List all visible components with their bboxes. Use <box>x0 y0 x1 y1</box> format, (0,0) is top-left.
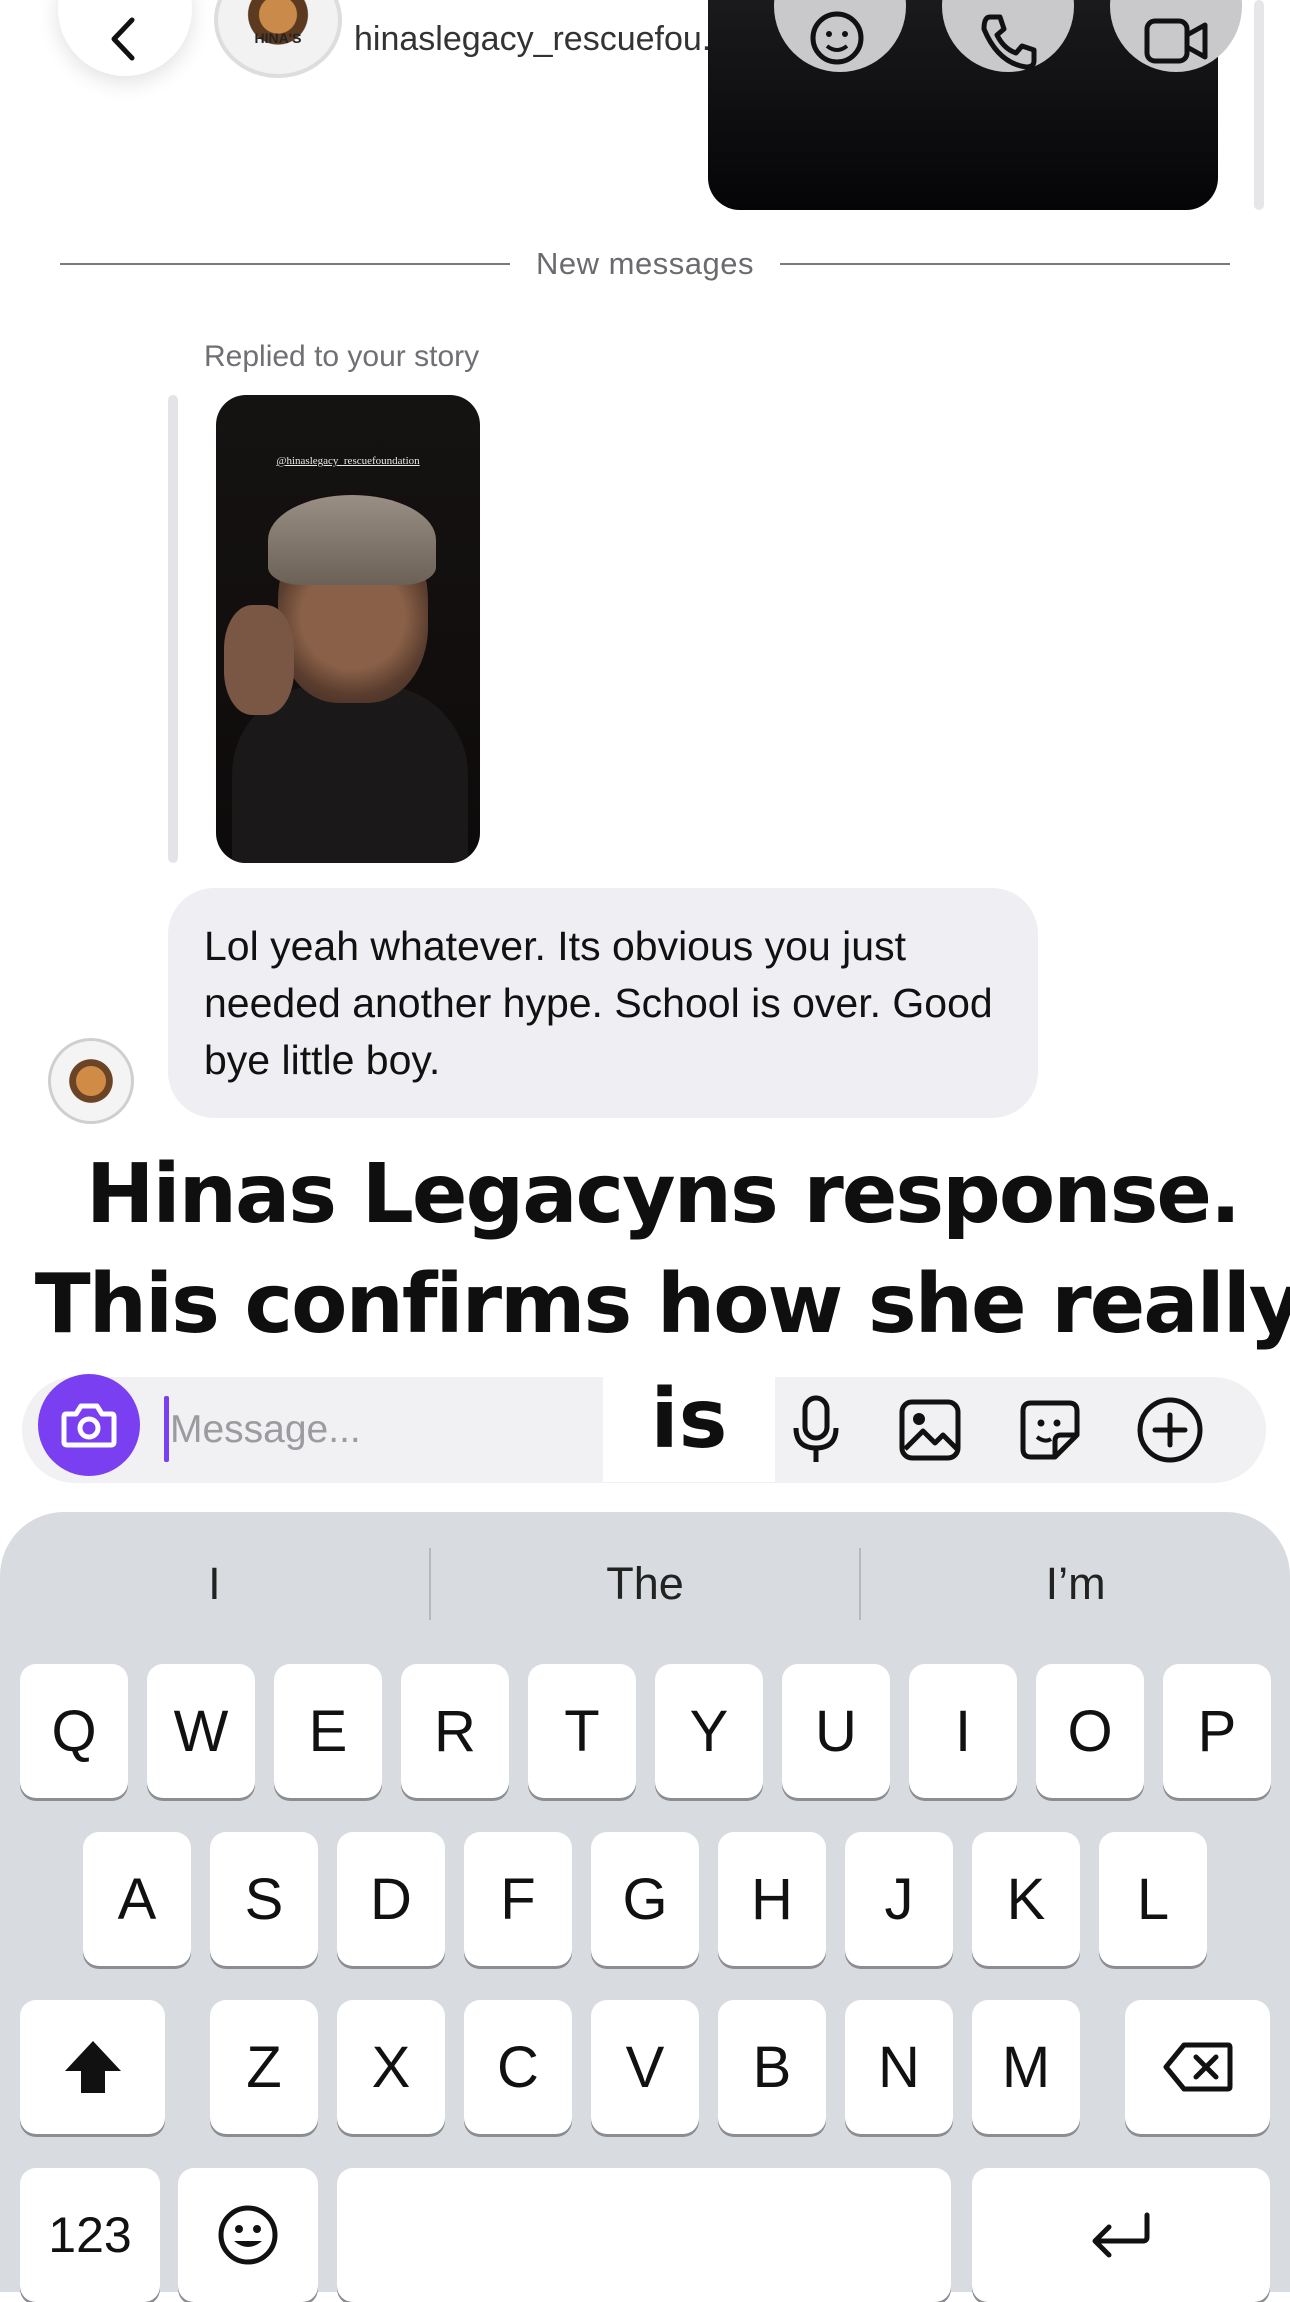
key-b[interactable]: B <box>718 2000 826 2134</box>
more-options-button[interactable] <box>1122 1382 1218 1478</box>
emoji-smiley-icon <box>218 2205 278 2265</box>
text-cursor <box>164 1396 169 1462</box>
camera-button[interactable] <box>38 1374 140 1476</box>
story-handle-text: @hinaslegacy_rescuefoundation <box>276 455 420 467</box>
key-q[interactable]: Q <box>20 1664 128 1798</box>
key-h[interactable]: H <box>718 1832 826 1966</box>
return-key[interactable] <box>972 2168 1270 2302</box>
key-l[interactable]: L <box>1099 1832 1207 1966</box>
camera-icon <box>61 1403 117 1448</box>
backspace-icon <box>1163 2042 1232 2092</box>
suggestion[interactable]: The <box>431 1540 860 1628</box>
key-a[interactable]: A <box>83 1832 191 1966</box>
caption-overlay: Hinas Legacyns response. This confirms h… <box>35 1140 1290 1360</box>
avatar-seal-text: HINA'S <box>254 30 302 46</box>
suggestion[interactable]: I <box>0 1540 429 1628</box>
new-messages-divider: New messages <box>60 244 1231 284</box>
key-j[interactable]: J <box>845 1832 953 1966</box>
plus-circle-icon <box>1137 1397 1203 1463</box>
key-w[interactable]: W <box>147 1664 255 1798</box>
key-v[interactable]: V <box>591 2000 699 2134</box>
key-g[interactable]: G <box>591 1832 699 1966</box>
key-f[interactable]: F <box>464 1832 572 1966</box>
key-o[interactable]: O <box>1036 1664 1144 1798</box>
key-i[interactable]: I <box>909 1664 1017 1798</box>
new-messages-label: New messages <box>536 246 754 281</box>
space-key[interactable] <box>337 2168 951 2302</box>
key-u[interactable]: U <box>782 1664 890 1798</box>
divider-line-left <box>60 263 511 265</box>
divider-line-right <box>779 263 1231 265</box>
caption-line-2: This confirms how she really <box>34 1257 1290 1352</box>
reply-indicator-bar <box>168 395 178 863</box>
message-text: Lol yeah whatever. Its obvious you just … <box>204 923 993 1083</box>
story-person-hand <box>224 605 294 715</box>
scrollbar[interactable] <box>1254 0 1264 210</box>
microphone-icon <box>793 1395 839 1462</box>
key-n[interactable]: N <box>845 2000 953 2134</box>
microphone-button[interactable] <box>768 1382 864 1478</box>
replied-to-story-label: Replied to your story <box>204 340 480 373</box>
phone-icon <box>981 14 1037 70</box>
key-p[interactable]: P <box>1163 1664 1271 1798</box>
gallery-button[interactable] <box>882 1382 978 1478</box>
key-z[interactable]: Z <box>210 2000 318 2134</box>
key-x[interactable]: X <box>337 2000 445 2134</box>
shift-key[interactable] <box>20 2000 165 2134</box>
chevron-left-icon <box>111 17 135 61</box>
emoji-key[interactable] <box>178 2168 318 2302</box>
story-person-cap <box>268 495 436 585</box>
key-t[interactable]: T <box>528 1664 636 1798</box>
key-r[interactable]: R <box>401 1664 509 1798</box>
key-c[interactable]: C <box>464 2000 572 2134</box>
suggestion[interactable]: I’m <box>861 1540 1290 1628</box>
caption-line-3: is <box>650 1372 728 1467</box>
key-d[interactable]: D <box>337 1832 445 1966</box>
key-y[interactable]: Y <box>655 1664 763 1798</box>
return-arrow-icon <box>1092 2212 1150 2258</box>
numbers-key[interactable]: 123 <box>20 2168 160 2302</box>
sticker-face-icon <box>810 11 864 65</box>
key-k[interactable]: K <box>972 1832 1080 1966</box>
key-s[interactable]: S <box>210 1832 318 1966</box>
story-thumbnail[interactable]: @hinaslegacy_rescuefoundation <box>216 395 480 863</box>
sticker-compose-button[interactable] <box>1002 1382 1098 1478</box>
key-m[interactable]: M <box>972 2000 1080 2134</box>
video-camera-icon <box>1144 18 1208 64</box>
header-username[interactable]: hinaslegacy_rescuefou... <box>354 20 764 59</box>
sticker-icon <box>1020 1400 1080 1460</box>
backspace-key[interactable] <box>1125 2000 1270 2134</box>
shift-arrow-icon <box>64 2041 121 2093</box>
image-icon <box>899 1399 961 1461</box>
message-bubble[interactable]: Lol yeah whatever. Its obvious you just … <box>168 888 1038 1118</box>
message-input[interactable] <box>164 1392 600 1468</box>
sender-avatar[interactable] <box>48 1038 134 1124</box>
caption-line-1: Hinas Legacyns response. <box>85 1147 1241 1242</box>
keyboard-suggestions: I The I’m <box>0 1540 1290 1628</box>
key-e[interactable]: E <box>274 1664 382 1798</box>
